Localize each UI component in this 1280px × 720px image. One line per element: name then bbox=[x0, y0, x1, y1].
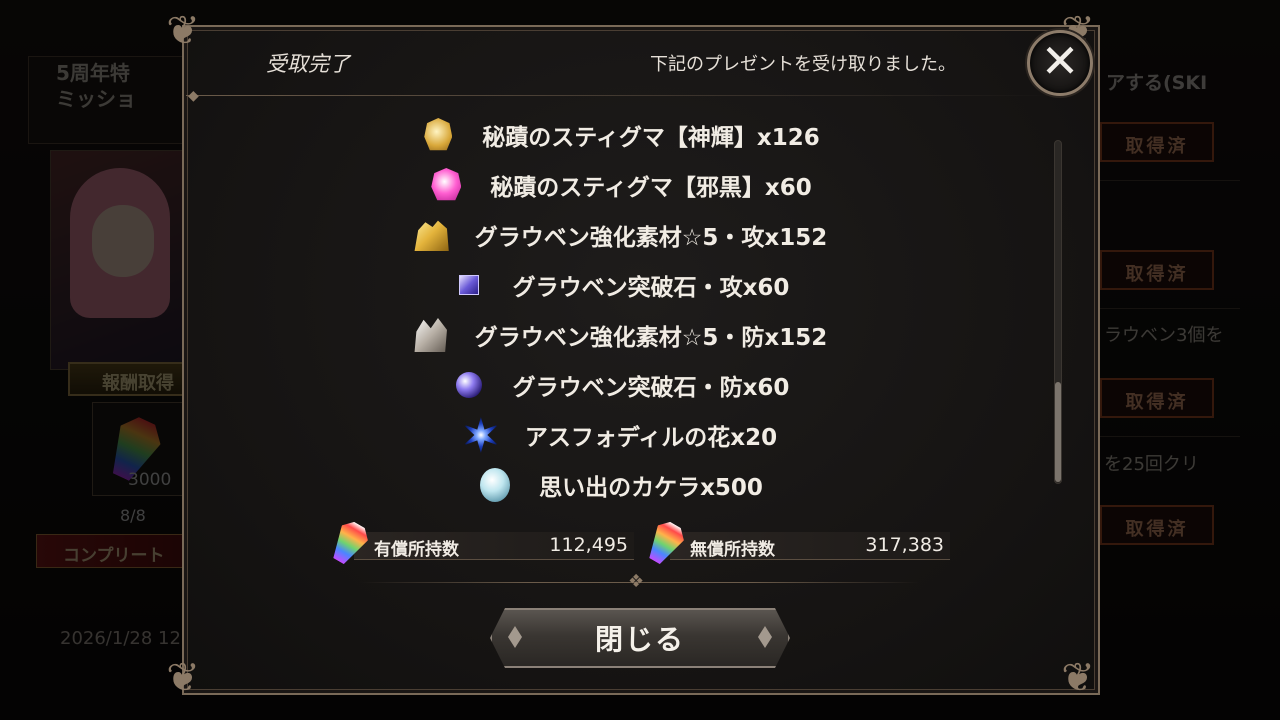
cube-breakstone-icon bbox=[451, 267, 487, 303]
reward-row: グラウベン強化素材☆5・攻x152 bbox=[190, 210, 1050, 260]
dialog-title: 受取完了 bbox=[266, 52, 350, 76]
paid-currency-label: 有償所持数 bbox=[374, 540, 459, 560]
close-icon[interactable]: ✕ bbox=[1027, 30, 1093, 96]
memory-fragment-icon bbox=[477, 467, 513, 503]
reward-list[interactable]: 秘蹟のスティグマ【神輝】x126 秘蹟のスティグマ【邪黒】x60 グラウベン強化… bbox=[190, 110, 1050, 502]
asphodel-flower-icon bbox=[462, 417, 499, 453]
corner-ornament-icon: ❦ bbox=[1061, 655, 1095, 701]
pink-stigma-icon bbox=[428, 167, 464, 203]
scrollbar-thumb[interactable] bbox=[1055, 382, 1061, 482]
corner-ornament-icon: ❦ bbox=[166, 8, 200, 54]
reward-label: グラウベン突破石・攻x60 bbox=[512, 275, 790, 301]
reward-label: グラウベン強化素材☆5・防x152 bbox=[474, 325, 828, 351]
reward-label: アスフォディルの花x20 bbox=[524, 425, 778, 451]
reward-label: 思い出のカケラx500 bbox=[539, 475, 763, 501]
free-currency-value: 317,383 bbox=[865, 534, 944, 556]
reward-row: グラウベン突破石・防x60 bbox=[190, 360, 1050, 410]
gold-material-icon bbox=[413, 217, 449, 253]
reward-label: グラウベン突破石・防x60 bbox=[512, 375, 790, 401]
footer-ornament-icon: ❖ bbox=[628, 571, 645, 592]
reward-row: グラウベン突破石・攻x60 bbox=[190, 260, 1050, 310]
reward-label: 秘蹟のスティグマ【邪黒】x60 bbox=[490, 175, 812, 201]
header-divider bbox=[186, 95, 1056, 96]
dialog-message: 下記のプレゼントを受け取りました。 bbox=[650, 54, 956, 75]
free-currency-label: 無償所持数 bbox=[690, 540, 775, 560]
close-button[interactable]: 閉じる bbox=[490, 608, 790, 668]
gold-stigma-icon bbox=[420, 117, 456, 153]
reward-label: 秘蹟のスティグマ【神輝】x126 bbox=[482, 125, 820, 151]
silver-material-icon bbox=[413, 317, 449, 353]
reward-row: グラウベン強化素材☆5・防x152 bbox=[190, 310, 1050, 360]
reward-row: 秘蹟のスティグマ【神輝】x126 bbox=[190, 110, 1050, 160]
reward-label: グラウベン強化素材☆5・攻x152 bbox=[474, 225, 828, 251]
free-currency: 無償所持数 317,383 bbox=[650, 528, 950, 562]
paid-currency-value: 112,495 bbox=[549, 534, 628, 556]
corner-ornament-icon: ❦ bbox=[166, 655, 200, 701]
orb-breakstone-icon bbox=[451, 367, 487, 403]
reward-row: アスフォディルの花x20 bbox=[190, 410, 1050, 460]
reward-row: 秘蹟のスティグマ【邪黒】x60 bbox=[190, 160, 1050, 210]
header-ornament-icon: ◆ bbox=[188, 88, 199, 104]
reward-row: 思い出のカケラx500 bbox=[190, 460, 1050, 510]
paid-currency: 有償所持数 112,495 bbox=[334, 528, 634, 562]
